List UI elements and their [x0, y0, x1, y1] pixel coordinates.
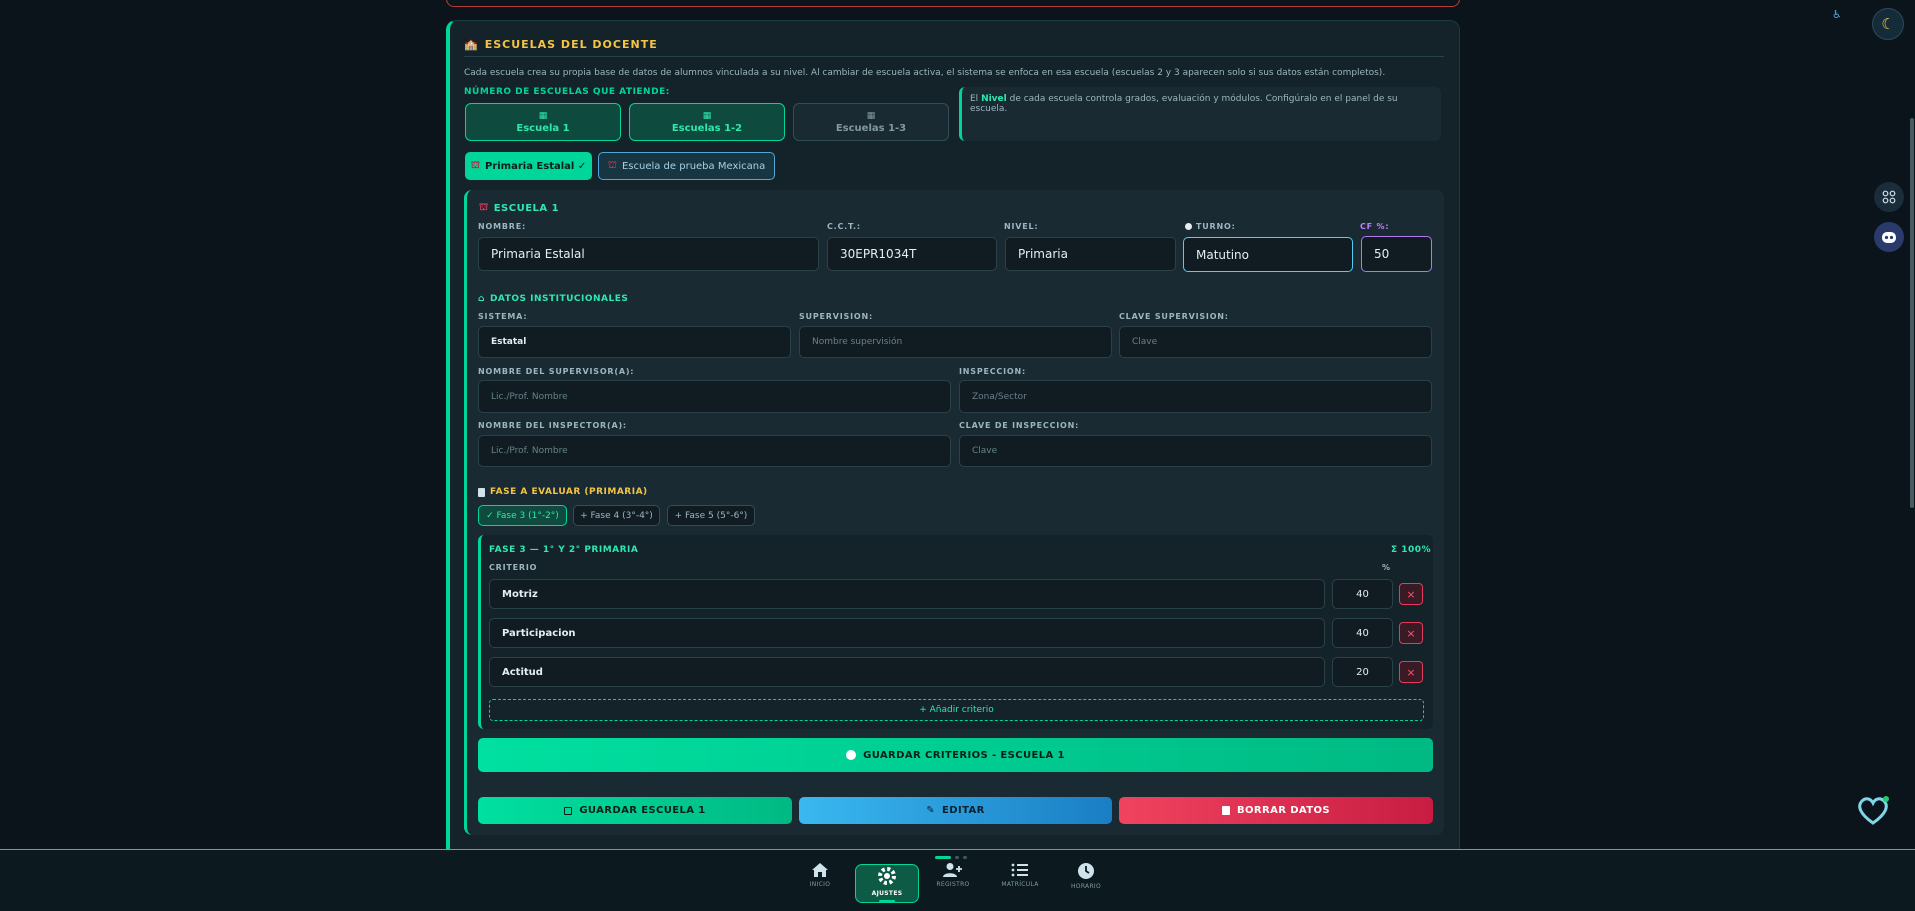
school-red-icon: ⛫: [470, 159, 480, 171]
school-red-icon: ⛫: [479, 202, 489, 213]
criterion-percent-input[interactable]: 40: [1332, 579, 1393, 609]
sistema-select[interactable]: Estatal: [478, 326, 791, 358]
apps-grid-icon[interactable]: [1874, 182, 1904, 212]
option-escuelas-1-2[interactable]: ▦ Escuelas 1-2: [629, 103, 785, 141]
section-title: 🏫 ESCUELAS DEL DOCENTE: [464, 38, 658, 51]
fase-heading: FASE A EVALUAR (PRIMARIA): [478, 487, 648, 497]
criterion-name-input[interactable]: Actitud: [489, 657, 1325, 687]
section-description: Cada escuela crea su propia base de dato…: [464, 68, 1386, 78]
edit-button[interactable]: ✎ EDITAR: [799, 797, 1112, 824]
clave-supervision-label: CLAVE SUPERVISION:: [1119, 312, 1229, 321]
building-icon: ▦: [538, 110, 548, 121]
criterion-percent-input[interactable]: 20: [1332, 657, 1393, 687]
delete-data-button[interactable]: BORRAR DATOS: [1119, 797, 1433, 824]
home-icon: [812, 863, 828, 877]
clipboard-icon: [478, 487, 485, 497]
option-escuela-1[interactable]: ▦ Escuela 1: [465, 103, 621, 141]
active-indicator: [879, 900, 895, 902]
percent-column-header: %: [1382, 563, 1391, 572]
fase-box-title: FASE 3 — 1° Y 2° PRIMARIA: [489, 545, 639, 555]
supervision-label: SUPERVISION:: [799, 312, 873, 321]
sistema-label: SISTEMA:: [478, 312, 528, 321]
section-divider: [464, 56, 1444, 57]
assistant-robot-icon[interactable]: [1874, 222, 1904, 252]
delete-criterion-icon[interactable]: ×: [1399, 622, 1423, 644]
cf-input[interactable]: 50: [1361, 236, 1432, 272]
chip-fase-5[interactable]: + Fase 5 (5°-6°): [667, 505, 755, 526]
tab-school-other[interactable]: ⛫ Escuela de prueba Mexicana: [598, 152, 775, 180]
chip-fase-4[interactable]: + Fase 4 (3°-4°): [573, 505, 660, 526]
previous-section-border: [446, 0, 1460, 7]
theme-toggle-moon-icon[interactable]: ☾: [1872, 8, 1904, 40]
inspeccion-label: INSPECCION:: [959, 367, 1026, 376]
nivel-select[interactable]: Primaria: [1005, 237, 1176, 271]
institution-icon: ⌂: [478, 294, 485, 304]
save-school-button[interactable]: GUARDAR ESCUELA 1: [478, 797, 792, 824]
gear-icon: [878, 867, 896, 885]
clave-supervision-input[interactable]: Clave: [1119, 326, 1432, 358]
nav-registro[interactable]: REGISTRO: [929, 862, 977, 888]
inspector-input[interactable]: Lic./Prof. Nombre: [478, 435, 951, 467]
accessibility-icon[interactable]: ♿: [1832, 8, 1842, 21]
delete-criterion-icon[interactable]: ×: [1399, 661, 1423, 683]
cct-input[interactable]: 30EPR1034T: [827, 237, 997, 271]
level-info-note: El Nivel de cada escuela controla grados…: [959, 87, 1441, 141]
building-icon: ▦: [702, 110, 712, 121]
school-heading: ⛫ ESCUELA 1: [479, 202, 560, 214]
edit-pencil-icon: ✎: [926, 805, 936, 816]
criterion-percent-input[interactable]: 40: [1332, 618, 1393, 648]
turno-select[interactable]: Matutino: [1183, 237, 1353, 272]
delete-criterion-icon[interactable]: ×: [1399, 583, 1423, 605]
school-red-icon: ⛫: [607, 159, 617, 171]
supervisor-input[interactable]: Lic./Prof. Nombre: [478, 380, 951, 413]
nivel-label: NIVEL:: [1004, 222, 1039, 231]
numbered-list-icon: [1011, 863, 1028, 877]
building-icon: ▦: [866, 110, 876, 121]
supervisor-label: NOMBRE DEL SUPERVISOR(A):: [478, 367, 635, 376]
nav-matricula[interactable]: MATRÍCULA: [996, 862, 1044, 888]
criterion-name-input[interactable]: Motriz: [489, 579, 1325, 609]
cct-label: C.C.T.:: [827, 222, 861, 231]
institutional-heading: ⌂ DATOS INSTITUCIONALES: [478, 294, 629, 304]
nav-ajustes[interactable]: AJUSTES: [855, 864, 919, 903]
save-criteria-button[interactable]: GUARDAR CRITERIOS - ESCUELA 1: [478, 738, 1433, 772]
inspector-label: NOMBRE DEL INSPECTOR(A):: [478, 421, 627, 430]
save-disk-icon: [564, 806, 573, 815]
cf-label: CF %:: [1360, 222, 1390, 231]
supervision-input[interactable]: Nombre supervisión: [799, 326, 1112, 358]
clave-inspeccion-label: CLAVE DE INSPECCION:: [959, 421, 1080, 430]
chip-fase-3[interactable]: ✓ Fase 3 (1°-2°): [478, 505, 567, 526]
criteria-total: Σ 100%: [1391, 545, 1432, 555]
criterion-name-input[interactable]: Participacion: [489, 618, 1325, 648]
nombre-label: NOMBRE:: [478, 222, 526, 231]
nav-inicio[interactable]: INICIO: [796, 862, 844, 888]
heart-logo-icon[interactable]: [1856, 796, 1890, 830]
school-icon: 🏫: [464, 38, 479, 51]
option-escuelas-1-3[interactable]: ▦ Escuelas 1-3: [793, 103, 949, 141]
school-count-label: NÚMERO DE ESCUELAS QUE ATIENDE:: [464, 87, 670, 97]
nombre-input[interactable]: Primaria Estalal: [478, 237, 819, 271]
check-circle-icon: [846, 750, 857, 760]
clave-inspeccion-input[interactable]: Clave: [959, 435, 1432, 467]
trash-icon: [1221, 806, 1230, 815]
tab-school-active[interactable]: ⛫ Primaria Estalal ✓: [465, 152, 592, 180]
page-scrollbar[interactable]: [1910, 118, 1914, 508]
page-dots: [935, 856, 967, 859]
clock-icon: [1185, 223, 1192, 230]
add-criterion-button[interactable]: + Añadir criterio: [489, 699, 1424, 721]
nav-horario[interactable]: HORARIO: [1062, 862, 1110, 890]
turno-label: TURNO:: [1185, 222, 1236, 231]
inspeccion-input[interactable]: Zona/Sector: [959, 380, 1432, 413]
clock-icon: [1078, 863, 1094, 879]
criterio-column-header: CRITERIO: [489, 563, 538, 572]
add-user-icon: [943, 863, 962, 877]
